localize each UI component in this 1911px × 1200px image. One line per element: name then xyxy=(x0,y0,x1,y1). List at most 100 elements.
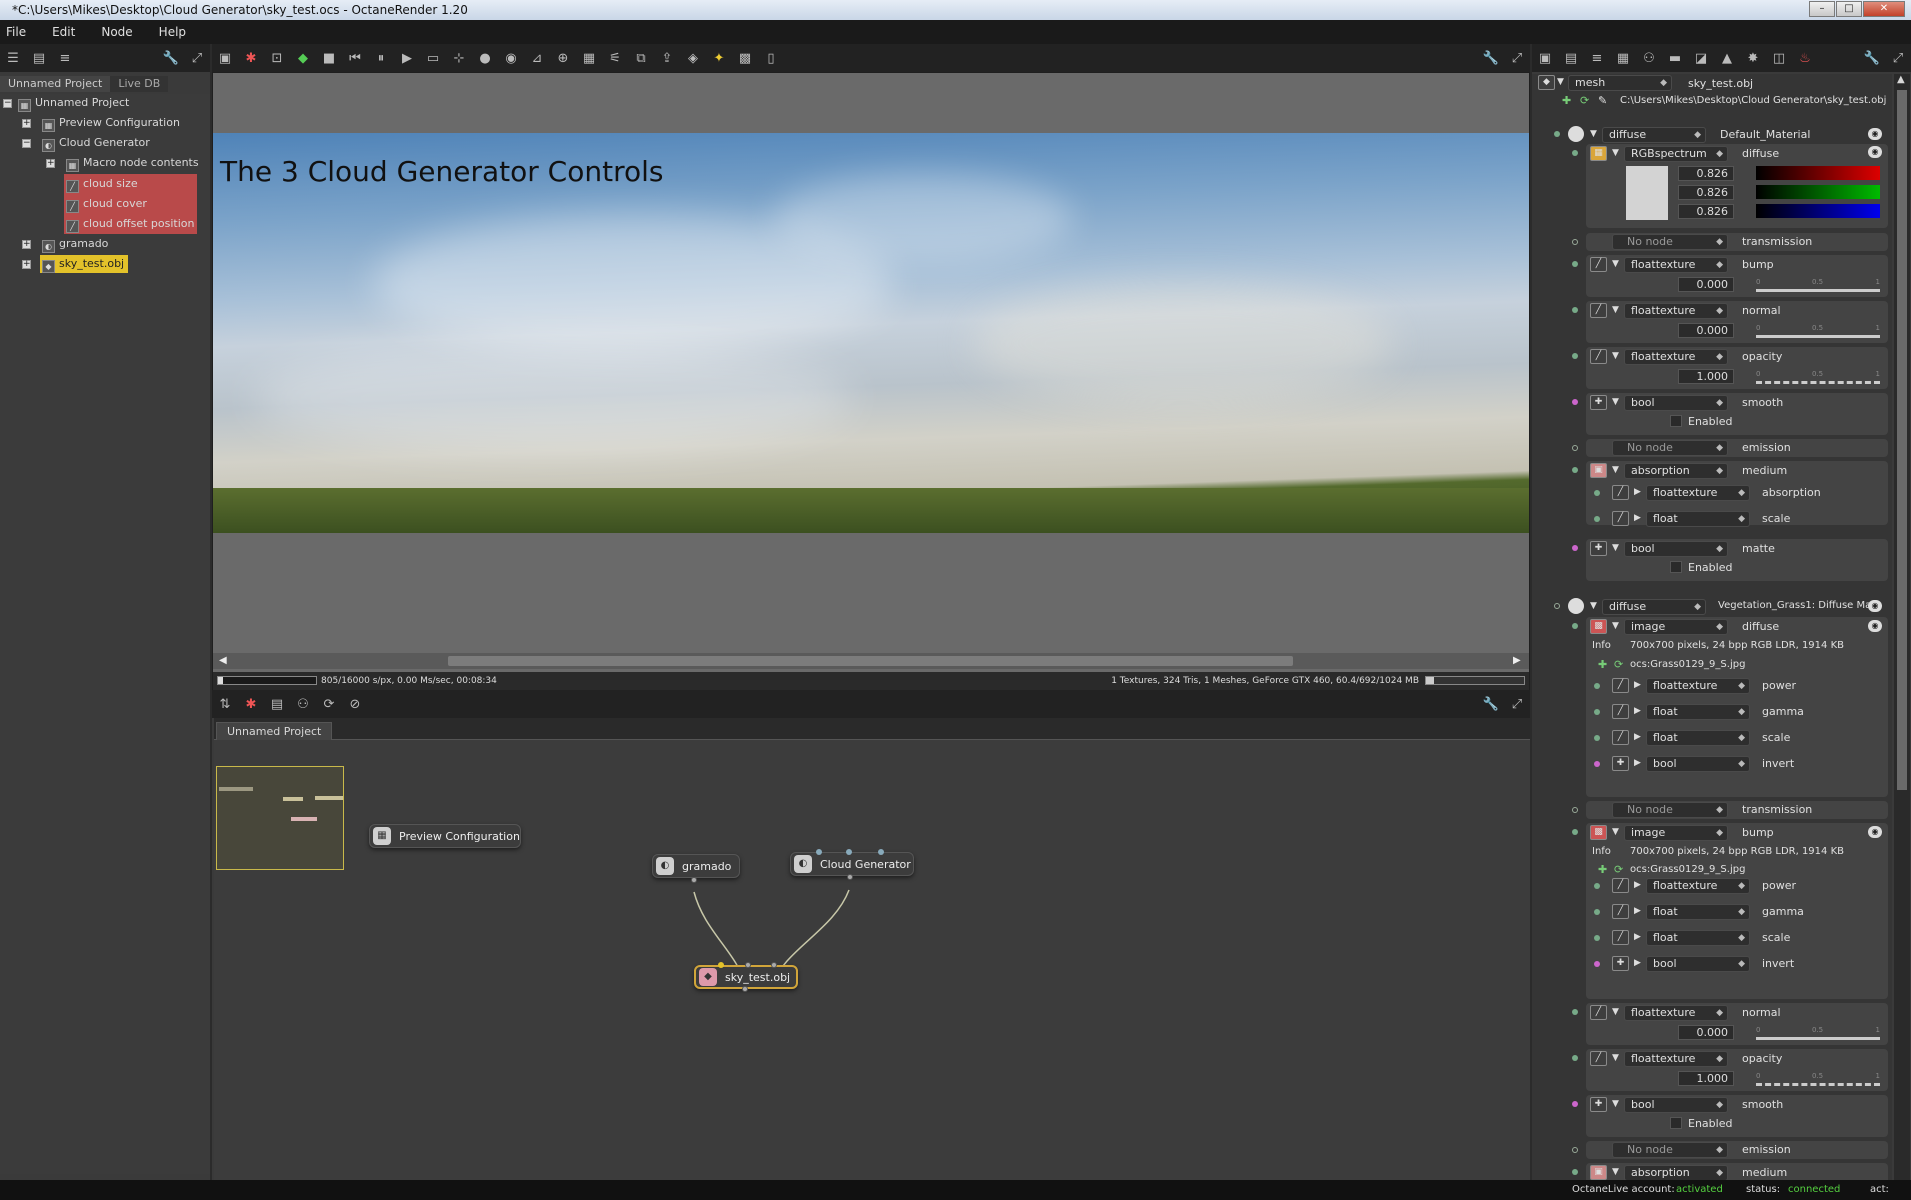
insp-j-icon[interactable]: ◫ xyxy=(1768,48,1790,68)
smooth-checkbox[interactable] xyxy=(1670,1117,1682,1129)
opacity-slider[interactable]: 0 0.5 1 xyxy=(1756,370,1880,384)
expander-icon[interactable]: + xyxy=(22,119,31,128)
tab-unnamed-project[interactable]: Unnamed Project xyxy=(0,76,111,92)
blue-slider[interactable] xyxy=(1756,204,1880,218)
close-button[interactable]: ✕ xyxy=(1863,1,1905,17)
pin-dot[interactable] xyxy=(1572,807,1578,813)
insp-h-icon[interactable]: ▲ xyxy=(1716,48,1738,68)
bump-value[interactable]: 0.000 xyxy=(1678,277,1734,292)
pin-dot[interactable] xyxy=(1572,1009,1578,1015)
tree-item-unnamed-project[interactable]: ▦ Unnamed Project xyxy=(18,94,129,112)
pin-dot[interactable] xyxy=(1594,709,1600,715)
pin-dot[interactable] xyxy=(1594,516,1600,522)
input-pin[interactable] xyxy=(816,849,822,855)
expand-icon[interactable]: ▶ xyxy=(1634,880,1641,890)
pin-dot[interactable] xyxy=(1594,761,1600,767)
star-icon[interactable]: ✦ xyxy=(708,48,730,68)
gamma-type-dropdown[interactable]: float ◆ xyxy=(1646,704,1750,720)
absorption-type-dropdown[interactable]: floattexture◆ xyxy=(1646,485,1750,501)
export-icon[interactable]: ⇪ xyxy=(656,48,678,68)
graph-wrench-icon[interactable]: 🔧 xyxy=(1480,694,1502,714)
maximize-button[interactable]: □ xyxy=(1836,1,1862,17)
pin-dot[interactable] xyxy=(1572,829,1578,835)
stop-icon[interactable]: ■ xyxy=(318,48,340,68)
collapse-icon[interactable]: ▼ xyxy=(1590,601,1597,611)
graph-group-icon[interactable]: ⚇ xyxy=(292,694,314,714)
outliner-maximize-icon[interactable]: ⤢ xyxy=(186,48,208,68)
transmission-dropdown[interactable]: No node ◆ xyxy=(1612,234,1728,250)
outliner-save-icon[interactable]: ▤ xyxy=(28,48,50,68)
eye-icon[interactable]: ◉ xyxy=(1868,146,1882,158)
lock-icon[interactable]: ◈ xyxy=(682,48,704,68)
gamma-type-dropdown[interactable]: float ◆ xyxy=(1646,904,1750,920)
pin-dot[interactable] xyxy=(1594,490,1600,496)
insp-c-icon[interactable]: ≡ xyxy=(1586,48,1608,68)
opacity-value[interactable]: 1.000 xyxy=(1678,1071,1734,1086)
pin-dot[interactable] xyxy=(1572,1169,1578,1175)
tree-item-cloud-generator[interactable]: ◐ Cloud Generator xyxy=(42,134,150,152)
pin-dot[interactable] xyxy=(1594,883,1600,889)
pin-dot[interactable] xyxy=(1572,239,1578,245)
normal-slider[interactable]: 0 0.5 1 xyxy=(1756,324,1880,338)
restart-icon[interactable]: ⏮ xyxy=(344,48,366,68)
invert-type-dropdown[interactable]: bool ◆ xyxy=(1646,956,1750,972)
scrollbar-thumb[interactable] xyxy=(1897,90,1907,790)
reload-icon[interactable]: ✚ xyxy=(1562,94,1571,107)
render-icon[interactable]: ▩ xyxy=(734,48,756,68)
medium-type-dropdown[interactable]: absorption ◆ xyxy=(1624,1165,1728,1181)
expander-icon[interactable]: − xyxy=(3,99,12,108)
expand-icon[interactable]: ▶ xyxy=(1634,706,1641,716)
eye-icon[interactable]: ◉ xyxy=(1868,128,1882,140)
color-swatch[interactable] xyxy=(1626,166,1668,220)
material-type-dropdown[interactable]: diffuse ◆ xyxy=(1602,127,1706,143)
reset-icon[interactable]: ✱ xyxy=(240,48,262,68)
tree-item-cloud-cover[interactable]: ╱ cloud cover xyxy=(66,195,147,213)
normal-value[interactable]: 0.000 xyxy=(1678,323,1734,338)
zoom-icon[interactable]: ⊕ xyxy=(552,48,574,68)
scroll-right-arrow-icon[interactable]: ▶ xyxy=(1513,655,1521,666)
tree-item-macro-node-contents[interactable]: ▦ Macro node contents xyxy=(66,154,199,172)
pin-dot[interactable] xyxy=(1554,131,1560,137)
normal-type-dropdown[interactable]: floattexture ◆ xyxy=(1624,1005,1728,1021)
graph-tab-unnamed-project[interactable]: Unnamed Project xyxy=(216,722,333,740)
insp-i-icon[interactable]: ✸ xyxy=(1742,48,1764,68)
output-pin[interactable] xyxy=(742,986,748,992)
grid-icon[interactable]: ▦ xyxy=(578,48,600,68)
insp-d-icon[interactable]: ▦ xyxy=(1612,48,1634,68)
eye-icon[interactable]: ◉ xyxy=(1868,600,1882,612)
expander-icon[interactable]: + xyxy=(22,240,31,249)
scrollbar-thumb[interactable] xyxy=(448,656,1293,666)
collapse-icon[interactable]: ▼ xyxy=(1612,1099,1619,1109)
reload-image-icon[interactable]: ⟳ xyxy=(1614,863,1623,876)
pin-dot[interactable] xyxy=(1572,353,1578,359)
insp-g-icon[interactable]: ◪ xyxy=(1690,48,1712,68)
smooth-type-dropdown[interactable]: bool ◆ xyxy=(1624,395,1728,411)
expander-icon[interactable]: + xyxy=(22,260,31,269)
insp-f-icon[interactable]: ▬ xyxy=(1664,48,1686,68)
collapse-icon[interactable]: ▼ xyxy=(1612,465,1619,475)
bump-slider[interactable]: 0 0.5 1 xyxy=(1756,278,1880,292)
graph-reset-icon[interactable]: ✱ xyxy=(240,694,262,714)
emission-dropdown[interactable]: No node ◆ xyxy=(1612,1142,1728,1158)
pin-dot[interactable] xyxy=(1572,445,1578,451)
graph-layout-icon[interactable]: ⇅ xyxy=(214,694,236,714)
graph-refresh-icon[interactable]: ⟳ xyxy=(318,694,340,714)
opacity-slider[interactable]: 0 0.5 1 xyxy=(1756,1072,1880,1086)
output-pin[interactable] xyxy=(847,874,853,880)
scale-type-dropdown[interactable]: float ◆ xyxy=(1646,930,1750,946)
pin-dot[interactable] xyxy=(1572,1101,1578,1107)
tree-item-sky-test-obj[interactable]: ◆ sky_test.obj xyxy=(40,255,129,273)
pause-icon[interactable]: ⏸ xyxy=(370,48,392,68)
expand-icon[interactable]: ▶ xyxy=(1634,906,1641,916)
node-gramado[interactable]: ◐ gramado xyxy=(652,854,740,878)
pin-dot[interactable] xyxy=(1594,935,1600,941)
graph-save-icon[interactable]: ▤ xyxy=(266,694,288,714)
inspector-v-scrollbar[interactable]: ▲ ▼ xyxy=(1894,74,1910,1200)
collapse-icon[interactable]: ▼ xyxy=(1612,1167,1619,1177)
menu-node[interactable]: Node xyxy=(101,25,132,39)
minimize-button[interactable]: – xyxy=(1809,1,1835,17)
insp-e-icon[interactable]: ⚇ xyxy=(1638,48,1660,68)
collapse-icon[interactable]: ▼ xyxy=(1590,129,1597,139)
pin-dot[interactable] xyxy=(1594,735,1600,741)
graph-canvas[interactable]: ▦ Preview Configuration ◐ gramado ◐ Cloud G… xyxy=(214,740,1530,1180)
